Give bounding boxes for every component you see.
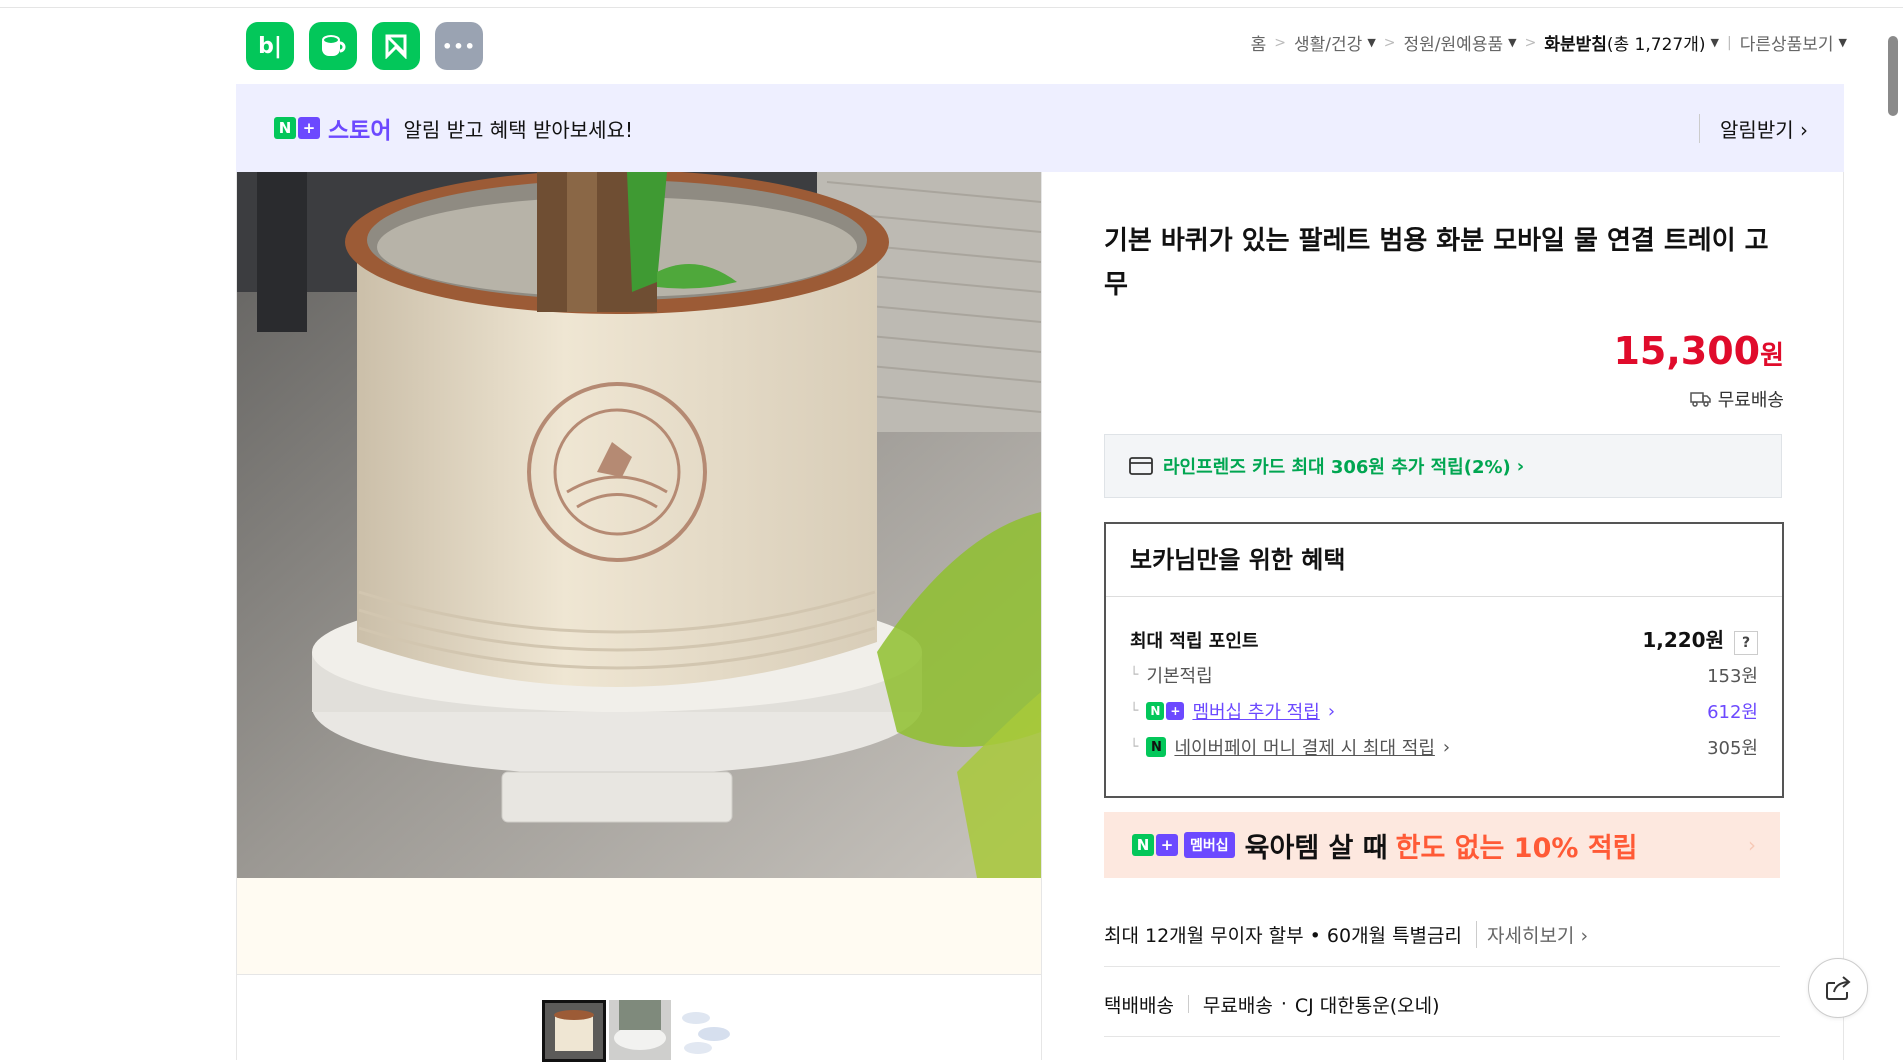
- chevron-right-icon: ›: [1748, 833, 1756, 857]
- price-unit: 원: [1760, 341, 1784, 371]
- breadcrumb-home[interactable]: 홈: [1251, 30, 1267, 55]
- naver-n-badge: N: [274, 117, 296, 139]
- pay-points-value: 305원: [1707, 738, 1758, 759]
- cafe-app-icon[interactable]: [309, 22, 357, 70]
- basic-points-row: └ 기본적립 153원: [1130, 662, 1758, 688]
- breadcrumb-divider: |: [1726, 34, 1732, 51]
- browser-top-edge: [0, 0, 1903, 8]
- promo-text-primary: 육아템 살 때: [1244, 832, 1388, 864]
- chevron-right-icon: ›: [1516, 455, 1525, 477]
- image-padding-area: [237, 878, 1041, 975]
- chevron-right-icon: ›: [1800, 118, 1808, 142]
- breadcrumb-separator: >: [1383, 34, 1396, 51]
- pay-points-link[interactable]: 네이버페이 머니 결제 시 최대 적립: [1174, 734, 1434, 760]
- banner-message: 알림 받고 혜택 받아보세요!: [403, 117, 633, 142]
- installment-row: 최대 12개월 무이자 할부 • 60개월 특별금리 자세히보기 ›: [1104, 902, 1780, 967]
- planter-photo: [237, 172, 1041, 878]
- membership-points-value: 612원: [1707, 702, 1758, 723]
- naver-n-badge: N: [1132, 834, 1154, 856]
- product-price: 15,300원: [1613, 329, 1784, 373]
- shipping-fee: 무료배송: [1202, 994, 1273, 1017]
- basic-points-value: 153원: [1707, 666, 1758, 687]
- benefit-heading: 보카님만을 위한 혜택: [1106, 524, 1782, 597]
- plus-badge: +: [298, 117, 320, 139]
- other-products-link[interactable]: 다른상품보기: [1740, 30, 1834, 55]
- card-benefit-text: 라인프렌즈 카드 최대 306원 추가 적립(2%): [1163, 457, 1511, 478]
- shipping-row: 택배배송 무료배송 · CJ 대한통운(오네): [1104, 972, 1780, 1037]
- share-button[interactable]: [1808, 958, 1868, 1018]
- notify-button[interactable]: 알림받기 ›: [1699, 114, 1808, 143]
- thumbnail-1[interactable]: [542, 1000, 606, 1062]
- breadcrumb-separator: >: [1274, 34, 1287, 51]
- pay-app-icon[interactable]: [372, 22, 420, 70]
- plus-badge: +: [1156, 834, 1178, 856]
- chevron-right-icon: ›: [1327, 700, 1336, 722]
- max-points-value: 1,220원: [1642, 628, 1724, 652]
- promo-text-highlight: 한도 없는 10% 적립: [1395, 832, 1638, 864]
- basic-points-label: 기본적립: [1146, 666, 1213, 687]
- breadcrumb-category-2[interactable]: 정원/원예용품: [1404, 30, 1504, 55]
- share-icon: [1826, 976, 1851, 1000]
- notify-label: 알림받기: [1720, 118, 1794, 142]
- breadcrumb-current-count: (총 1,727개): [1606, 35, 1706, 55]
- card-benefit-button[interactable]: 라인프렌즈 카드 최대 306원 추가 적립(2%) ›: [1104, 434, 1782, 498]
- tree-branch-icon: └: [1130, 739, 1139, 755]
- divider: [1187, 995, 1189, 1013]
- product-main-image[interactable]: [237, 172, 1041, 878]
- blog-app-icon[interactable]: b|: [246, 22, 294, 70]
- thumbnail-3[interactable]: [674, 1000, 736, 1060]
- breadcrumb-separator: >: [1524, 34, 1537, 51]
- tree-branch-icon: └: [1130, 703, 1139, 719]
- truck-icon: [1690, 392, 1711, 407]
- breadcrumb-current[interactable]: 화분받침: [1544, 30, 1607, 55]
- breadcrumb-category-1[interactable]: 생활/건강: [1294, 30, 1362, 55]
- membership-promo-banner[interactable]: N + 멤버십 육아템 살 때 한도 없는 10% 적립 ›: [1104, 812, 1780, 878]
- member-benefit-box: 보카님만을 위한 혜택 최대 적립 포인트 1,220원? └ 기본적립 153…: [1104, 522, 1784, 798]
- store-label: 스토어: [328, 118, 392, 144]
- tree-branch-icon: └: [1130, 667, 1139, 683]
- max-points-row: 최대 적립 포인트 1,220원?: [1130, 624, 1758, 655]
- product-title: 기본 바퀴가 있는 팔레트 범용 화분 모바일 물 연결 트레이 고무: [1104, 226, 1769, 300]
- membership-label: 멤버십: [1184, 832, 1235, 858]
- naver-service-icons: b| •••: [246, 22, 483, 70]
- help-icon[interactable]: ?: [1734, 631, 1758, 655]
- cup-icon: [322, 35, 346, 56]
- caret-down-icon[interactable]: ▼: [1367, 36, 1375, 49]
- chevron-right-icon: ›: [1442, 736, 1451, 758]
- naver-n-badge: N: [1146, 702, 1165, 720]
- caret-down-icon[interactable]: ▼: [1711, 36, 1719, 49]
- thumbnail-strip: [542, 1000, 736, 1062]
- product-image-panel: [236, 172, 1042, 1062]
- naver-plus-store-logo: N + 스토어: [274, 111, 391, 145]
- thumbnail-2[interactable]: [609, 1000, 671, 1060]
- installment-more-link[interactable]: 자세히보기 ›: [1476, 920, 1588, 948]
- membership-badge: N + 멤버십: [1132, 832, 1235, 858]
- membership-points-link[interactable]: 멤버십 추가 적립: [1192, 698, 1319, 724]
- shipping-carrier: CJ 대한통운(오네): [1294, 994, 1440, 1017]
- store-notification-banner: N + 스토어 알림 받고 혜택 받아보세요! 알림받기 ›: [236, 84, 1844, 172]
- max-points-label: 최대 적립 포인트: [1130, 630, 1259, 652]
- content-border: [1843, 172, 1844, 1060]
- price-value: 15,300: [1613, 329, 1761, 373]
- membership-points-row: └ N + 멤버십 추가 적립 › 612원: [1130, 698, 1758, 724]
- more-apps-icon[interactable]: •••: [435, 22, 483, 70]
- delivery-label: 무료배송: [1717, 390, 1784, 411]
- delivery-info: 무료배송: [1690, 386, 1784, 412]
- scrollbar-thumb[interactable]: [1888, 36, 1898, 116]
- credit-card-icon: [1129, 457, 1153, 475]
- installment-text: 최대 12개월 무이자 할부 • 60개월 특별금리: [1104, 924, 1462, 947]
- breadcrumb: 홈 > 생활/건강 ▼ > 정원/원예용품 ▼ > 화분받침 (총 1,727개…: [1251, 30, 1847, 56]
- pay-points-row: └ N 네이버페이 머니 결제 시 최대 적립 › 305원: [1130, 734, 1758, 760]
- plus-badge: +: [1166, 702, 1185, 720]
- flag-icon: [385, 34, 407, 59]
- max-points-value-wrap: 1,220원?: [1642, 624, 1758, 655]
- dot-separator: ·: [1280, 993, 1287, 1015]
- caret-down-icon[interactable]: ▼: [1508, 36, 1516, 49]
- caret-down-icon[interactable]: ▼: [1839, 36, 1847, 49]
- shipping-method: 택배배송: [1104, 994, 1174, 1017]
- naver-pay-icon: N: [1146, 737, 1167, 757]
